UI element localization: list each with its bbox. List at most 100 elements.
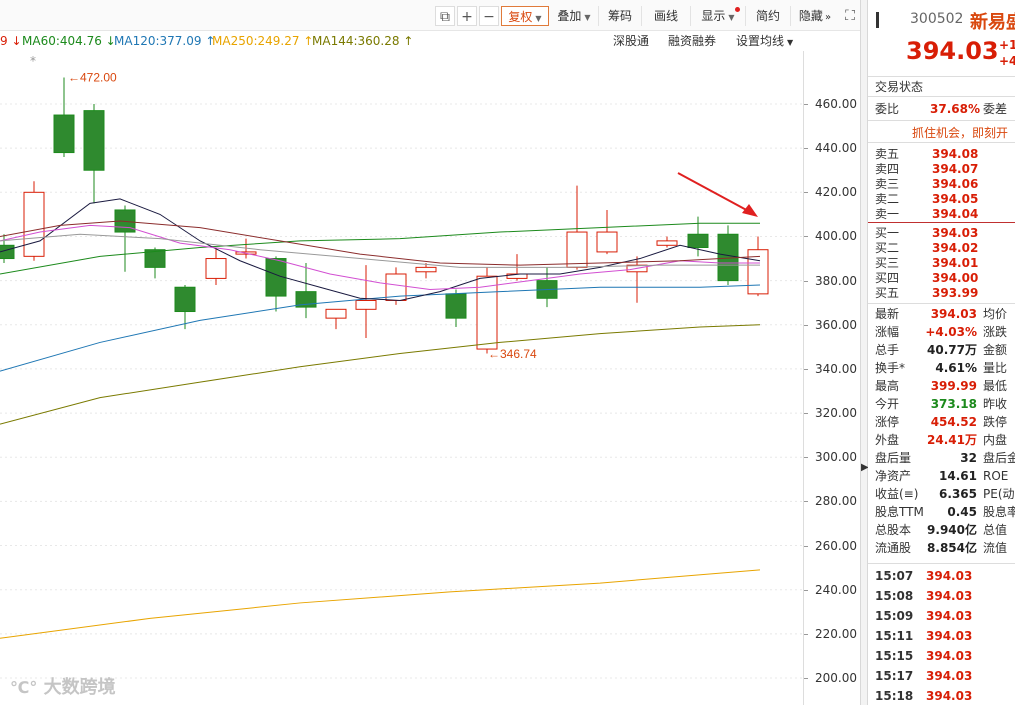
y-tick bbox=[804, 413, 808, 415]
quote-panel: 300502 新易盛 394.03 +1 +4 交易状态 委比 37.68% 委… bbox=[868, 0, 1015, 705]
draw-line-label: 画线 bbox=[653, 9, 678, 23]
buy-row[interactable]: 买五 393.99 bbox=[868, 286, 1015, 301]
watermark-logo-icon: ℃° bbox=[10, 678, 38, 697]
tick-price: 394.03 bbox=[926, 689, 973, 703]
adjust-button[interactable]: 复权 ▼ bbox=[501, 6, 549, 26]
stat-label-2: 流值 bbox=[983, 541, 1008, 555]
simple-button[interactable]: 简约 bbox=[746, 6, 791, 26]
ma-item-250: MA250:249.27 ↑ bbox=[212, 34, 314, 48]
draw-line-button[interactable]: 画线 bbox=[642, 6, 691, 26]
candle bbox=[0, 244, 15, 260]
stat-label: 最新 bbox=[875, 307, 900, 321]
stat-label: 换手* bbox=[875, 361, 906, 375]
stat-label: 流通股 bbox=[875, 541, 912, 555]
chips-button[interactable]: 筹码 bbox=[599, 6, 642, 26]
y-tick-label: 380.00 bbox=[815, 273, 857, 288]
sell-row[interactable]: 卖一 394.04 bbox=[868, 207, 1015, 222]
lock-icon[interactable]: ⧉ bbox=[435, 6, 455, 26]
stat-row: 股息TTM 0.45 股息率 bbox=[868, 503, 1015, 521]
sell-price: 394.08 bbox=[932, 147, 979, 161]
candle bbox=[596, 231, 618, 253]
zoom-in-icon[interactable]: + bbox=[457, 6, 477, 26]
hide-button[interactable]: 隐藏» bbox=[791, 6, 839, 26]
order-ratio-row: 委比 37.68% 委差 bbox=[868, 100, 1015, 118]
y-tick-label: 220.00 bbox=[815, 626, 857, 641]
sell-row[interactable]: 卖三 394.06 bbox=[868, 177, 1015, 192]
low-annotation: ←346.74 bbox=[488, 347, 537, 361]
ma-item-0: 9 ↓ bbox=[0, 34, 22, 48]
order-ratio-label: 委比 bbox=[875, 102, 900, 116]
shenzhen-connect-link[interactable]: 深股通 bbox=[613, 31, 649, 51]
stat-row: 流通股 8.854亿 流值 bbox=[868, 539, 1015, 557]
buy-level-label: 买二 bbox=[875, 241, 900, 255]
stat-row: 最高 399.99 最低 bbox=[868, 377, 1015, 395]
stat-row: 总手 40.77万 金额 bbox=[868, 341, 1015, 359]
margin-trading-link[interactable]: 融资融券 bbox=[668, 31, 716, 51]
panel-bar-icon bbox=[876, 12, 879, 28]
y-tick-label: 320.00 bbox=[815, 406, 857, 421]
y-tick-label: 300.00 bbox=[815, 450, 857, 465]
stat-label: 股息TTM bbox=[875, 505, 924, 519]
y-tick-label: 460.00 bbox=[815, 97, 857, 111]
buy-price: 394.02 bbox=[932, 241, 979, 255]
stat-label-2: 涨跌 bbox=[983, 325, 1008, 339]
stat-label-2: 昨收 bbox=[983, 397, 1008, 411]
stat-value: 40.77万 bbox=[927, 343, 977, 357]
fullscreen-icon[interactable]: ⛶ bbox=[840, 6, 860, 26]
last-price: 394.03 bbox=[906, 37, 999, 65]
overlay-button[interactable]: 叠加 ▼ bbox=[550, 6, 599, 26]
tick-time: 15:08 bbox=[875, 589, 914, 603]
spread-divider bbox=[868, 222, 1015, 223]
y-tick bbox=[804, 457, 808, 459]
divider bbox=[868, 76, 1015, 77]
stat-label-2: ROE bbox=[983, 469, 1009, 483]
tick-price: 394.03 bbox=[926, 649, 973, 663]
buy-row[interactable]: 买一 394.03 bbox=[868, 226, 1015, 241]
stat-label-2: 最低 bbox=[983, 379, 1008, 393]
stat-label-2: 跌停 bbox=[983, 415, 1008, 429]
buy-row[interactable]: 买二 394.02 bbox=[868, 241, 1015, 256]
ma-item-60: MA60:404.76 ↓ bbox=[22, 34, 116, 48]
sell-level-label: 卖一 bbox=[875, 207, 900, 221]
y-tick bbox=[804, 545, 808, 547]
sell-row[interactable]: 卖四 394.07 bbox=[868, 162, 1015, 177]
price-axis: 460.00 440.00 420.00 400.00 380.00 360.00 340.… bbox=[803, 51, 861, 705]
display-button[interactable]: 显示 ▼ bbox=[691, 6, 746, 26]
buy-row[interactable]: 买三 394.01 bbox=[868, 256, 1015, 271]
tick-row: 15:18 394.03 bbox=[868, 686, 1015, 705]
buy-level-label: 买三 bbox=[875, 256, 900, 270]
y-tick bbox=[804, 104, 808, 105]
ma250-line bbox=[0, 569, 761, 639]
ma-settings-button[interactable]: 设置均线 ▼ bbox=[736, 31, 793, 53]
chevron-down-icon: ▼ bbox=[584, 13, 591, 22]
kline-chart[interactable]: ←472.00 ←346.74 * bbox=[0, 51, 803, 705]
ma120-line bbox=[0, 284, 761, 372]
stat-row: 今开 373.18 昨收 bbox=[868, 395, 1015, 413]
double-arrow-icon: » bbox=[824, 12, 832, 23]
zoom-out-icon[interactable]: − bbox=[479, 6, 499, 26]
stat-row: 净资产 14.61 ROE bbox=[868, 467, 1015, 485]
sell-row[interactable]: 卖二 394.05 bbox=[868, 192, 1015, 207]
candle bbox=[325, 308, 347, 319]
y-tick bbox=[804, 368, 808, 370]
sell-row[interactable]: 卖五 394.08 bbox=[868, 147, 1015, 162]
red-arrow-head-icon bbox=[742, 204, 758, 217]
buy-price: 394.03 bbox=[932, 226, 979, 240]
buy-row[interactable]: 买四 394.00 bbox=[868, 271, 1015, 286]
tick-price: 394.03 bbox=[926, 629, 973, 643]
stat-label-2: 总值 bbox=[983, 523, 1008, 537]
promo-link[interactable]: 抓住机会，即刻开 bbox=[912, 124, 1008, 141]
tick-row: 15:08 394.03 bbox=[868, 586, 1015, 606]
y-tick bbox=[804, 280, 808, 282]
simple-label: 简约 bbox=[755, 9, 780, 23]
collapse-arrow-icon[interactable]: ▶ bbox=[861, 462, 869, 473]
ma-item-144: MA144:360.28 ↑ bbox=[312, 34, 414, 48]
panel-splitter[interactable]: ▶ bbox=[860, 0, 869, 705]
y-tick bbox=[804, 148, 808, 150]
tick-price: 394.03 bbox=[926, 609, 973, 623]
candle bbox=[205, 258, 227, 279]
chart-toolbar: ⧉ + − 复权 ▼ 叠加 ▼ 筹码 画线 显示 ▼ 简约 隐藏» ⛶ bbox=[0, 0, 862, 31]
buy-level-label: 买一 bbox=[875, 226, 900, 240]
star-marker: * bbox=[30, 54, 36, 68]
price-change: +1 bbox=[999, 38, 1015, 52]
